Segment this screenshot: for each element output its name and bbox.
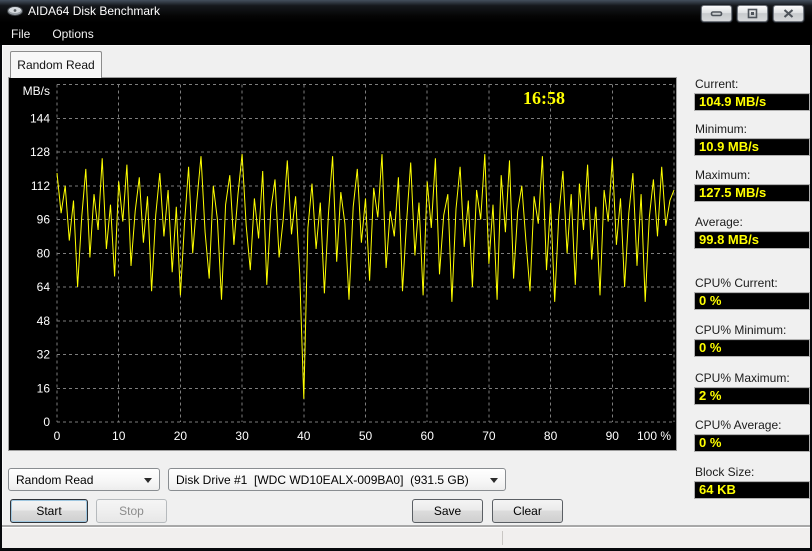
start-button[interactable]: Start [10,499,88,523]
caption-buttons [701,5,804,22]
stat-cpu-average: CPU% Average: 0 % [694,419,808,452]
svg-text:100 %: 100 % [637,429,671,443]
svg-text:64: 64 [37,280,51,294]
status-bar [2,527,810,548]
stat-current: Current: 104.9 MB/s [694,78,808,111]
svg-text:10: 10 [112,429,126,443]
stat-value: 10.9 MB/s [694,138,810,156]
stat-label: CPU% Current: [695,277,808,290]
svg-text:80: 80 [544,429,558,443]
drive-select[interactable]: Disk Drive #1 [WDC WD10EALX-009BA0] (931… [168,468,506,491]
stat-label: CPU% Maximum: [695,372,808,385]
stat-label: Block Size: [695,466,808,479]
disk-icon [7,4,23,18]
svg-text:20: 20 [174,429,188,443]
status-bar-divider [502,531,503,545]
svg-text:0: 0 [54,429,61,443]
svg-text:MB/s: MB/s [23,84,50,98]
svg-text:70: 70 [482,429,496,443]
benchmark-chart: MB/s 144 128 112 96 80 64 48 32 16 00 10 20 30 40 50 60 7… [9,78,676,450]
chart-clock: 16:58 [523,88,565,108]
stat-label: CPU% Average: [695,419,808,432]
svg-text:48: 48 [37,314,51,328]
stat-value: 0 % [694,292,810,310]
stat-value: 0 % [694,434,810,452]
stat-label: CPU% Minimum: [695,324,808,337]
stop-button[interactable]: Stop [96,499,167,523]
stat-label: Minimum: [695,123,808,136]
svg-text:60: 60 [421,429,435,443]
chevron-down-icon [490,478,498,483]
stat-cpu-maximum: CPU% Maximum: 2 % [694,372,808,405]
stat-label: Maximum: [695,169,808,182]
svg-text:30: 30 [235,429,249,443]
close-button[interactable] [773,5,804,22]
stat-minimum: Minimum: 10.9 MB/s [694,123,808,156]
svg-text:90: 90 [606,429,620,443]
app-window: AIDA64 Disk Benchmark File Optio [0,0,812,551]
svg-text:32: 32 [37,348,51,362]
stat-value: 0 % [694,339,810,357]
window-title: AIDA64 Disk Benchmark [28,4,160,18]
minimize-button[interactable] [701,5,732,22]
svg-text:96: 96 [37,213,51,227]
clear-button[interactable]: Clear [492,499,563,523]
menu-bar: File Options [0,23,812,45]
title-bar: AIDA64 Disk Benchmark [0,0,812,23]
stat-cpu-minimum: CPU% Minimum: 0 % [694,324,808,357]
stat-value: 2 % [694,387,810,405]
menu-options[interactable]: Options [41,23,104,45]
svg-text:144: 144 [30,111,50,125]
stat-value: 127.5 MB/s [694,184,810,202]
stat-label: Average: [695,216,808,229]
maximize-icon [747,8,758,19]
svg-text:80: 80 [37,246,51,260]
svg-text:112: 112 [31,179,50,193]
benchmark-type-value: Random Read [16,473,93,487]
svg-text:40: 40 [297,429,311,443]
stats-panel: Current: 104.9 MB/s Minimum: 10.9 MB/s M… [694,45,808,515]
chevron-down-icon [144,478,152,483]
svg-text:0: 0 [43,415,50,429]
svg-text:50: 50 [359,429,373,443]
maximize-button[interactable] [737,5,768,22]
menu-file[interactable]: File [0,23,41,45]
tab-random-read[interactable]: Random Read [10,51,102,78]
stat-average: Average: 99.8 MB/s [694,216,808,249]
svg-text:16: 16 [37,381,51,395]
drive-select-value: Disk Drive #1 [WDC WD10EALX-009BA0] (931… [176,473,469,487]
save-button[interactable]: Save [412,499,483,523]
stat-value: 104.9 MB/s [694,93,810,111]
stat-value: 64 KB [694,481,810,499]
stat-cpu-current: CPU% Current: 0 % [694,277,808,310]
stat-label: Current: [695,78,808,91]
chart-panel: MB/s 144 128 112 96 80 64 48 32 16 00 10 20 30 40 50 60 7… [8,77,677,451]
stat-maximum: Maximum: 127.5 MB/s [694,169,808,202]
benchmark-type-select[interactable]: Random Read [8,468,160,491]
stat-value: 99.8 MB/s [694,231,810,249]
minimize-icon [710,9,723,18]
svg-text:128: 128 [30,145,50,159]
client-area: Random Read MB/s 144 128 112 96 80 64 48 32 16 00 1… [2,45,810,548]
stat-block-size: Block Size: 64 KB [694,466,808,499]
close-icon [783,9,794,18]
